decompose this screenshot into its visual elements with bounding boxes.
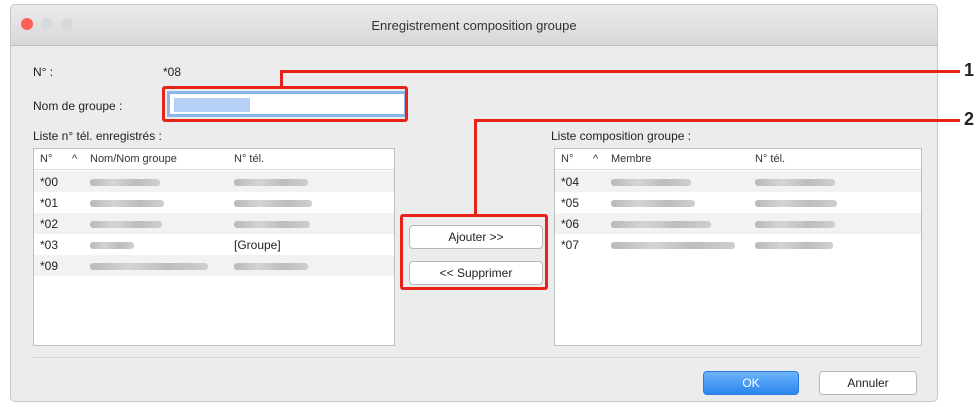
list-item[interactable]: *05 — [555, 192, 921, 213]
blurred-name — [90, 196, 164, 210]
blurred-name — [611, 217, 711, 231]
entry-number: *02 — [40, 217, 59, 231]
list-item[interactable]: *04 — [555, 171, 921, 192]
blurred-name — [611, 196, 695, 210]
list-item[interactable]: *01 — [34, 192, 394, 213]
column-no[interactable]: N° — [561, 153, 573, 165]
list-item[interactable]: *03 [Groupe] — [34, 234, 394, 255]
entry-number: *03 — [40, 238, 59, 252]
number-label: N° : — [33, 65, 54, 79]
callout-line-2-vertical — [474, 119, 477, 215]
list-item[interactable]: *00 — [34, 171, 394, 192]
entry-number: *07 — [561, 238, 580, 252]
entry-number: *01 — [40, 196, 59, 210]
blurred-tel — [234, 217, 310, 231]
members-list-header: N° ^ Membre N° tél. — [555, 149, 921, 170]
callout-number-1: 1 — [964, 60, 975, 80]
cancel-button[interactable]: Annuler — [819, 371, 917, 395]
column-tel[interactable]: N° tél. — [755, 153, 785, 165]
blurred-name — [90, 217, 162, 231]
blurred-tel — [755, 238, 833, 252]
entry-number: *09 — [40, 259, 59, 273]
callout-box-2 — [400, 214, 548, 290]
blurred-tel — [234, 259, 308, 273]
number-value: *08 — [163, 65, 182, 79]
entry-number: *06 — [561, 217, 580, 231]
column-name[interactable]: Nom/Nom groupe — [90, 153, 177, 165]
blurred-name — [90, 175, 160, 189]
registered-list[interactable]: N° ^ Nom/Nom groupe N° tél. *00 *01 *02 … — [33, 148, 395, 346]
sort-ascending-icon: ^ — [72, 153, 78, 165]
callout-line-2-horizontal — [474, 119, 960, 122]
registered-list-header: N° ^ Nom/Nom groupe N° tél. — [34, 149, 394, 170]
group-name-label: Nom de groupe : — [33, 99, 123, 113]
callout-number-2: 2 — [964, 109, 975, 129]
divider — [31, 357, 921, 358]
ok-button[interactable]: OK — [703, 371, 799, 395]
blurred-tel — [755, 196, 837, 210]
list-item[interactable]: *07 — [555, 234, 921, 255]
column-no[interactable]: N° — [40, 153, 52, 165]
column-tel[interactable]: N° tél. — [234, 153, 264, 165]
registered-list-title: Liste n° tél. enregistrés : — [33, 129, 162, 143]
blurred-name — [611, 175, 691, 189]
column-member[interactable]: Membre — [611, 153, 651, 165]
group-tel-value: [Groupe] — [234, 238, 281, 252]
members-list[interactable]: N° ^ Membre N° tél. *04 *05 *06 *07 — [554, 148, 922, 346]
entry-number: *00 — [40, 175, 59, 189]
blurred-tel — [755, 175, 835, 189]
list-item[interactable]: *06 — [555, 213, 921, 234]
callout-line-1-horizontal — [280, 70, 960, 73]
list-item[interactable]: *09 — [34, 255, 394, 276]
callout-box-1 — [162, 86, 408, 122]
entry-number: *05 — [561, 196, 580, 210]
blurred-tel — [234, 175, 308, 189]
list-item[interactable]: *02 — [34, 213, 394, 234]
members-list-title: Liste composition groupe : — [551, 129, 692, 143]
blurred-name — [90, 238, 134, 252]
sort-ascending-icon: ^ — [593, 153, 599, 165]
title-bar: Enregistrement composition groupe — [11, 5, 937, 46]
blurred-name — [90, 259, 208, 273]
blurred-name — [611, 238, 735, 252]
entry-number: *04 — [561, 175, 580, 189]
blurred-tel — [755, 217, 835, 231]
window-title: Enregistrement composition groupe — [371, 18, 577, 33]
blurred-tel — [234, 196, 312, 210]
